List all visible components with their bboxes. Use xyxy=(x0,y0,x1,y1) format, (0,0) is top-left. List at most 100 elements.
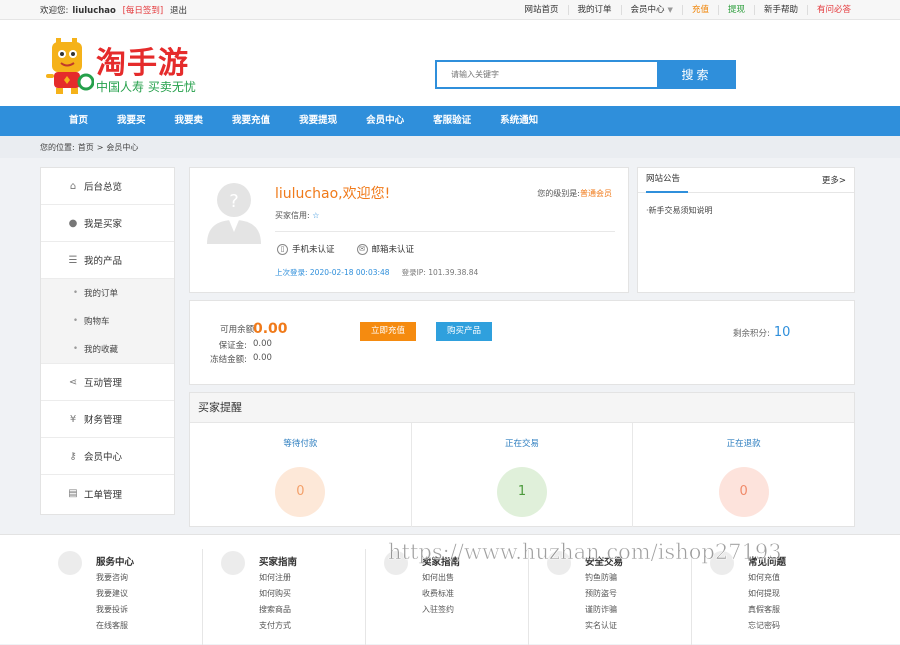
top-link-orders[interactable]: 我的订单 xyxy=(567,4,621,15)
key-icon: ⚷ xyxy=(69,450,77,462)
sidebar-item-products[interactable]: ☰ 我的产品 xyxy=(41,242,174,279)
nav-item-buy[interactable]: 我要买 xyxy=(108,106,155,136)
footer-link[interactable]: 如何提现 xyxy=(748,586,780,602)
daily-sign-link[interactable]: [每日签到] xyxy=(123,6,164,16)
top-link-home[interactable]: 网站首页 xyxy=(516,5,568,15)
chevron-down-icon: ▼ xyxy=(667,5,673,14)
breadcrumb-current: 会员中心 xyxy=(106,142,139,152)
points: 剩余积分: 10 xyxy=(733,325,790,340)
avatar: ? xyxy=(207,183,261,244)
footer-link[interactable]: 我要建议 xyxy=(96,586,128,602)
footer-link[interactable]: 如何出售 xyxy=(422,570,454,586)
footer-link[interactable]: 在线客服 xyxy=(96,618,128,634)
sidebar-item-tickets[interactable]: ▤ 工单管理 xyxy=(41,475,174,512)
nav-item-notice[interactable]: 系统通知 xyxy=(491,106,547,136)
sidebar: ⌂ 后台总览 ● 我是买家 ☰ 我的产品 我的订单 购物车 我的收藏 ⋖ 互动管理 ¥ 财… xyxy=(40,167,175,515)
sidebar-sub-favorites[interactable]: 我的收藏 xyxy=(41,335,174,363)
top-link-member[interactable]: 会员中心 ▼ xyxy=(620,4,682,15)
search-input[interactable] xyxy=(435,60,657,89)
footer-link[interactable]: 收费标准 xyxy=(422,586,454,602)
alert-trading[interactable]: 正在交易 1 xyxy=(412,423,634,527)
footer-title: 卖家指南 xyxy=(422,557,461,568)
top-link-withdraw[interactable]: 提现 xyxy=(717,4,754,15)
email-icon: ✉ xyxy=(356,243,368,255)
search-button[interactable]: 搜索 xyxy=(657,60,736,89)
nav-item-withdraw[interactable]: 我要提现 xyxy=(290,106,346,136)
breadcrumb-home[interactable]: 首页 xyxy=(78,142,94,153)
last-login: 上次登录: 2020-02-18 00:03:48 登录IP: 101.39.38… xyxy=(275,267,478,278)
sidebar-item-label: 我的产品 xyxy=(84,256,123,267)
tab-notice[interactable]: 网站公告 xyxy=(646,168,689,193)
site-logo[interactable]: 淘手游 中国人寿 买卖无忧 xyxy=(42,36,214,98)
footer-title: 服务中心 xyxy=(96,557,135,568)
buyer-credit: 买家信用: ☆ xyxy=(275,210,319,221)
footer-link[interactable]: 忘记密码 xyxy=(748,618,780,634)
member-level-value[interactable]: 普通会员 xyxy=(580,189,612,198)
brand-name: 淘手游 xyxy=(96,46,189,81)
footer-link[interactable]: 如何充值 xyxy=(748,570,780,586)
username-link[interactable]: liuluchao xyxy=(72,6,116,16)
top-link-qa[interactable]: 有问必答 xyxy=(806,4,860,15)
recharge-button[interactable]: 立即充值 xyxy=(360,322,417,341)
sidebar-item-member[interactable]: ⚷ 会员中心 xyxy=(41,438,174,475)
sidebar-item-label: 后台总览 xyxy=(84,182,123,193)
footer-links: 我要咨询 我要建议 我要投诉 在线客服 xyxy=(96,570,128,634)
footer-link[interactable]: 钓鱼防骗 xyxy=(585,570,617,586)
footer-links: 如何出售 收费标准 入驻签约 xyxy=(422,570,454,618)
profile-card: ? liuluchao,欢迎您! 您的级别是:普通会员 买家信用: ☆ ▯ 手机未… xyxy=(189,167,629,293)
last-login-time: 上次登录: 2020-02-18 00:03:48 xyxy=(275,268,390,277)
sidebar-item-buyer[interactable]: ● 我是买家 xyxy=(41,205,174,242)
footer-link[interactable]: 真假客服 xyxy=(748,602,780,618)
deposit-label: 保证金: xyxy=(218,341,247,351)
nav-item-sell[interactable]: 我要卖 xyxy=(166,106,213,136)
home-icon: ⌂ xyxy=(69,180,77,192)
share-icon: ⋖ xyxy=(68,376,78,388)
breadcrumb: 您的位置: 首页 > 会员中心 xyxy=(0,136,900,158)
sidebar-submenu: 我的订单 购物车 我的收藏 xyxy=(41,279,174,364)
notice-header: 网站公告 更多> xyxy=(638,168,854,193)
star-icon: ☆ xyxy=(312,211,320,220)
top-link-help[interactable]: 新手帮助 xyxy=(753,4,807,15)
footer-link[interactable]: 如何注册 xyxy=(259,570,291,586)
auth-status: ▯ 手机未认证 ✉ 邮箱未认证 xyxy=(277,243,414,255)
footer-link[interactable]: 搜索商品 xyxy=(259,602,291,618)
sidebar-sub-cart[interactable]: 购物车 xyxy=(41,307,174,335)
frozen-value: 0.00 xyxy=(253,353,272,363)
nav-item-recharge[interactable]: 我要充值 xyxy=(223,106,279,136)
sidebar-item-label: 我是买家 xyxy=(84,219,123,230)
alert-pending-payment[interactable]: 等待付款 0 xyxy=(190,423,412,527)
compass-icon xyxy=(58,551,82,575)
footer-link[interactable]: 实名认证 xyxy=(585,618,617,634)
notice-more-link[interactable]: 更多> xyxy=(822,174,846,186)
available-label: 可用余额: xyxy=(220,325,257,335)
nav-item-verify[interactable]: 客服验证 xyxy=(424,106,480,136)
email-auth[interactable]: ✉ 邮箱未认证 xyxy=(356,243,414,255)
top-bar-links: 网站首页 我的订单 会员中心 ▼ 充值 提现 新手帮助 有问必答 xyxy=(516,4,861,15)
footer-link[interactable]: 我要投诉 xyxy=(96,602,128,618)
footer-link[interactable]: 入驻签约 xyxy=(422,602,454,618)
top-link-recharge[interactable]: 充值 xyxy=(681,4,718,15)
sidebar-sub-orders[interactable]: 我的订单 xyxy=(41,279,174,307)
points-label: 剩余积分: xyxy=(733,329,770,339)
buy-products-button[interactable]: 购买产品 xyxy=(436,322,493,341)
footer-link[interactable]: 我要咨询 xyxy=(96,570,128,586)
footer-link[interactable]: 预防盗号 xyxy=(585,586,617,602)
alert-refunding[interactable]: 正在退款 0 xyxy=(633,423,854,527)
points-value: 10 xyxy=(773,325,791,340)
sidebar-item-finance[interactable]: ¥ 财务管理 xyxy=(41,401,174,438)
svg-text:?: ? xyxy=(229,191,239,212)
phone-auth[interactable]: ▯ 手机未认证 xyxy=(277,243,335,255)
notice-item[interactable]: ·新手交易须知说明 xyxy=(638,193,854,228)
footer-link[interactable]: 支付方式 xyxy=(259,618,291,634)
footer-link[interactable]: 如何购买 xyxy=(259,586,291,602)
mascot-logo-icon xyxy=(46,38,94,94)
sidebar-item-interaction[interactable]: ⋖ 互动管理 xyxy=(41,364,174,401)
cart-icon xyxy=(221,551,245,575)
nav-item-member[interactable]: 会员中心 xyxy=(357,106,413,136)
footer-link[interactable]: 谨防诈骗 xyxy=(585,602,617,618)
balance-card: 可用余额: 0.00 保证金: 0.00 冻结金额: 0.00 立即充值 购买产… xyxy=(189,300,855,385)
nav-item-home[interactable]: 首页 xyxy=(60,106,97,136)
sidebar-item-overview[interactable]: ⌂ 后台总览 xyxy=(41,168,174,205)
top-bar-left: 欢迎您: liuluchao [每日签到] 退出 xyxy=(40,4,191,16)
logout-link[interactable]: 退出 xyxy=(170,6,187,16)
